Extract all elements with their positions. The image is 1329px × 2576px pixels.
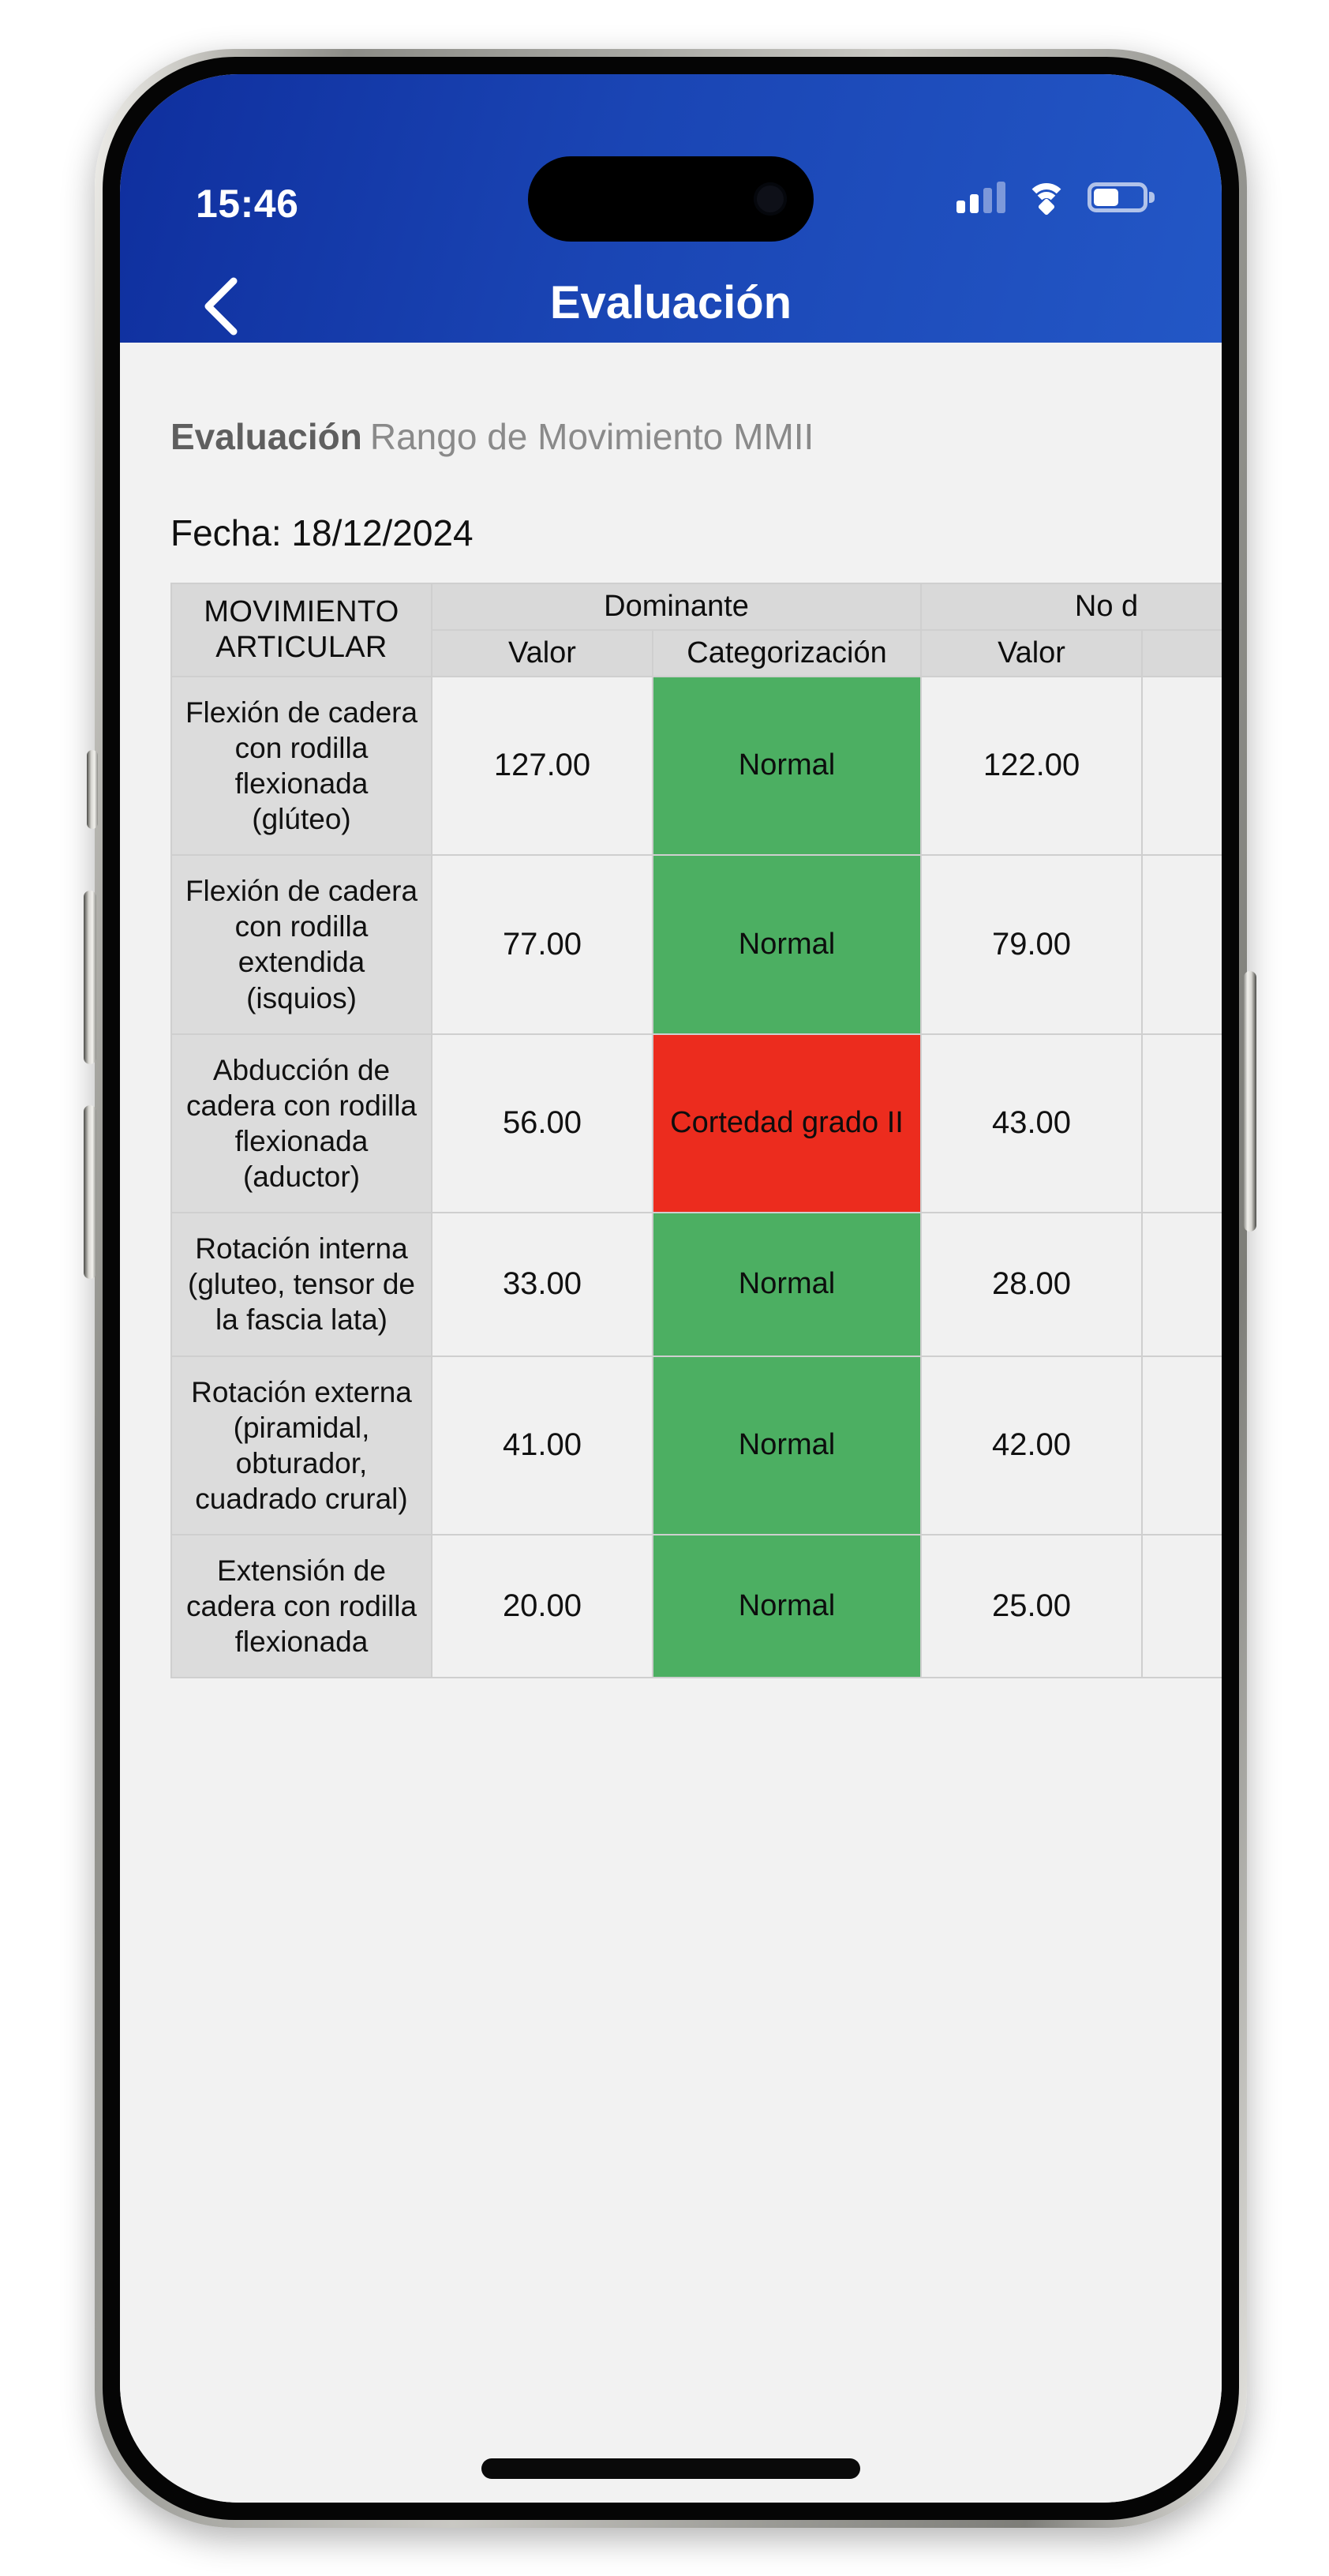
app-topbar: 15:46 Evaluación bbox=[120, 74, 1222, 343]
cell-movimiento: Rotación interna (gluteo, tensor de la f… bbox=[170, 1212, 432, 1357]
cell-no-dominante-categorizacion bbox=[1141, 1355, 1222, 1536]
cell-dominante-categorizacion: Normal bbox=[651, 1212, 923, 1357]
cell-dominante-valor: 77.00 bbox=[431, 854, 653, 1035]
table-row: Rotación externa (piramidal, obturador, … bbox=[170, 1355, 1222, 1536]
cell-dominante-valor: 127.00 bbox=[431, 675, 653, 857]
cell-no-dominante-categorizacion bbox=[1141, 854, 1222, 1035]
table-row: Abducción de cadera con rodilla flexiona… bbox=[170, 1033, 1222, 1214]
screenshot-stage: 15:46 Evaluación Evaluación Rango de Mov… bbox=[0, 0, 1329, 2576]
cell-no-dominante-valor: 43.00 bbox=[920, 1033, 1144, 1214]
column-header-movimiento: MOVIMIENTO ARTICULAR bbox=[170, 583, 432, 677]
evaluation-heading-subtitle: Rango de Movimiento MMII bbox=[369, 416, 814, 457]
cell-dominante-categorizacion: Normal bbox=[651, 675, 923, 857]
cell-no-dominante-valor: 28.00 bbox=[920, 1212, 1144, 1357]
cell-no-dominante-valor: 42.00 bbox=[920, 1355, 1144, 1536]
column-group-dominante: Dominante bbox=[430, 583, 923, 631]
cell-movimiento: Flexión de cadera con rodilla extendida … bbox=[170, 854, 432, 1035]
content-area: Evaluación Rango de Movimiento MMII Fecha… bbox=[120, 343, 1222, 2503]
cell-movimiento: Abducción de cadera con rodilla flexiona… bbox=[170, 1033, 432, 1214]
table-row: Flexión de cadera con rodilla extendida … bbox=[170, 854, 1222, 1035]
column-header-dominante-categorizacion: Categorización bbox=[651, 628, 923, 677]
cellular-signal-icon bbox=[957, 182, 1005, 213]
battery-icon bbox=[1088, 182, 1155, 212]
rom-table: MOVIMIENTO ARTICULAR Dominante No d Valo… bbox=[170, 583, 1222, 1679]
cell-dominante-categorizacion: Normal bbox=[651, 1355, 923, 1536]
table-row: Rotación interna (gluteo, tensor de la f… bbox=[170, 1212, 1222, 1357]
silent-switch-button[interactable] bbox=[87, 750, 98, 829]
cell-dominante-valor: 56.00 bbox=[431, 1033, 653, 1214]
cell-no-dominante-categorizacion bbox=[1141, 675, 1222, 857]
column-header-dominante-valor: Valor bbox=[431, 628, 653, 677]
status-bar-icons bbox=[957, 182, 1155, 216]
phone-screen: 15:46 Evaluación Evaluación Rango de Mov… bbox=[120, 74, 1222, 2503]
status-bar-time: 15:46 bbox=[196, 182, 299, 226]
volume-down-button[interactable] bbox=[84, 1105, 96, 1279]
home-indicator[interactable] bbox=[481, 2458, 860, 2479]
rom-table-body: Flexión de cadera con rodilla flexionada… bbox=[170, 675, 1222, 1679]
wifi-icon bbox=[1026, 182, 1067, 216]
power-button[interactable] bbox=[1244, 971, 1256, 1232]
cell-dominante-valor: 41.00 bbox=[431, 1355, 653, 1536]
cell-dominante-categorizacion: Normal bbox=[651, 1534, 923, 1679]
cell-dominante-categorizacion: Normal bbox=[651, 854, 923, 1035]
cell-movimiento: Extensión de cadera con rodilla flexiona… bbox=[170, 1534, 432, 1679]
cell-dominante-valor: 20.00 bbox=[431, 1534, 653, 1679]
evaluation-date: Fecha: 18/12/2024 bbox=[170, 512, 474, 553]
cell-movimiento: Flexión de cadera con rodilla flexionada… bbox=[170, 675, 432, 857]
front-camera-icon bbox=[754, 182, 787, 216]
rom-table-head: MOVIMIENTO ARTICULAR Dominante No d Valo… bbox=[170, 583, 1222, 677]
cell-movimiento: Rotación externa (piramidal, obturador, … bbox=[170, 1355, 432, 1536]
evaluation-heading-bold: Evaluación bbox=[170, 416, 362, 457]
column-group-no-dominante: No d bbox=[920, 583, 1222, 631]
table-header-row-groups: MOVIMIENTO ARTICULAR Dominante No d bbox=[170, 583, 1222, 677]
navigation-bar: Evaluación bbox=[120, 264, 1222, 343]
cell-no-dominante-categorizacion bbox=[1141, 1212, 1222, 1357]
column-header-no-dominante-valor: Valor bbox=[920, 628, 1144, 677]
page-title: Evaluación bbox=[549, 277, 792, 328]
table-row: Flexión de cadera con rodilla flexionada… bbox=[170, 675, 1222, 857]
cell-no-dominante-categorizacion bbox=[1141, 1534, 1222, 1679]
evaluation-heading: Evaluación Rango de Movimiento MMII bbox=[170, 415, 1222, 458]
table-row: Extensión de cadera con rodilla flexiona… bbox=[170, 1534, 1222, 1679]
dynamic-island bbox=[528, 156, 814, 242]
cell-no-dominante-categorizacion bbox=[1141, 1033, 1222, 1214]
cell-dominante-categorizacion: Cortedad grado II bbox=[651, 1033, 923, 1214]
cell-no-dominante-valor: 122.00 bbox=[920, 675, 1144, 857]
column-header-no-dominante-categorizacion bbox=[1141, 628, 1222, 677]
cell-no-dominante-valor: 79.00 bbox=[920, 854, 1144, 1035]
volume-up-button[interactable] bbox=[84, 891, 96, 1064]
rom-table-scroll-container[interactable]: MOVIMIENTO ARTICULAR Dominante No d Valo… bbox=[170, 583, 1222, 1679]
cell-dominante-valor: 33.00 bbox=[431, 1212, 653, 1357]
cell-no-dominante-valor: 25.00 bbox=[920, 1534, 1144, 1679]
